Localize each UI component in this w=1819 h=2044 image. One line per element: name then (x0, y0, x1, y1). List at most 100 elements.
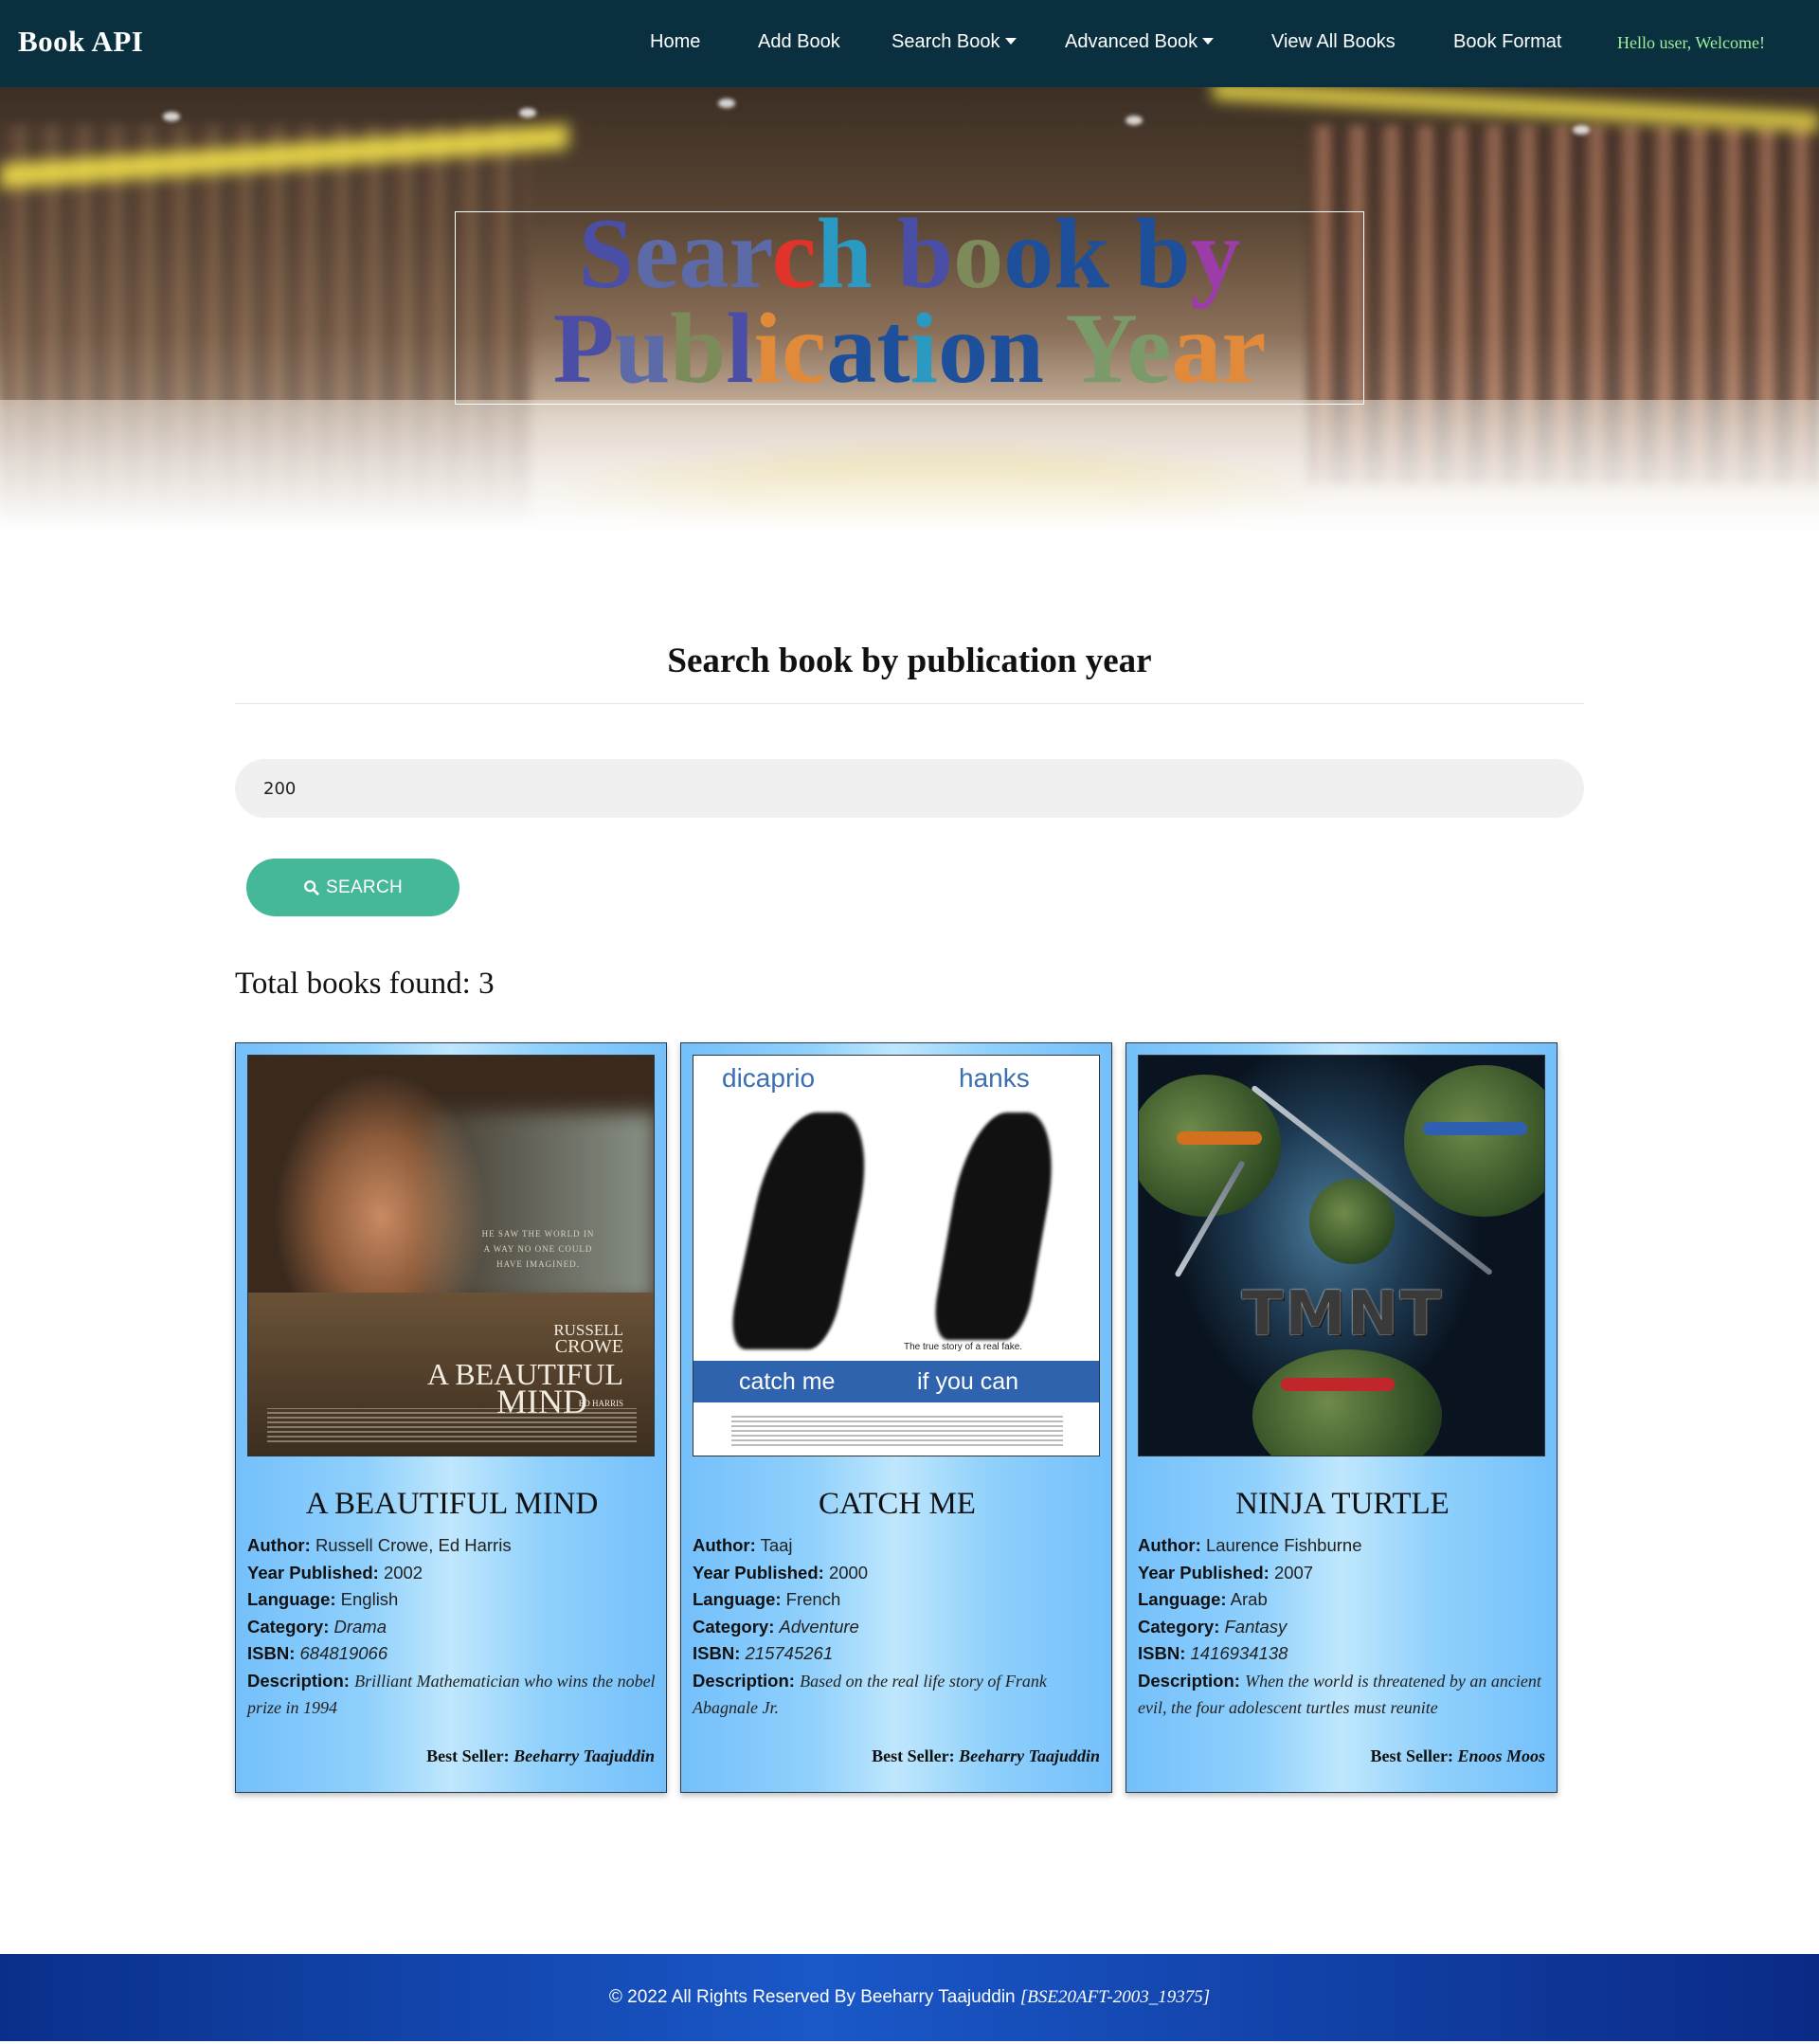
book-isbn: 215745261 (745, 1643, 834, 1663)
book-isbn: 1416934138 (1190, 1643, 1288, 1663)
poster-figure (928, 1112, 1065, 1340)
poster-mask (1281, 1378, 1395, 1391)
hero-title-letter: r (1221, 293, 1267, 404)
nav-view-all-books[interactable]: View All Books (1271, 31, 1396, 53)
hero-bg-lamp (1573, 125, 1590, 135)
footer-copyright: © 2022 All Rights Reserved By Beeharry T… (608, 1987, 1016, 2007)
poster-logo: TMNT (1241, 1279, 1444, 1349)
book-cover-image[interactable]: TMNT (1138, 1055, 1545, 1456)
footer-student-code: [BSE20AFT-2003_19375] (1019, 1987, 1211, 2007)
hero-bg-floor (0, 400, 1819, 533)
hero-bg-lamp (163, 112, 180, 121)
search-button-label: SEARCH (326, 877, 403, 897)
book-title: NINJA TURTLE (1235, 1487, 1450, 1521)
poster-title-2: if you can (917, 1368, 1019, 1395)
hero-title-letter: c (782, 293, 827, 404)
isbn-label: ISBN: (1138, 1643, 1186, 1663)
book-title: A BEAUTIFUL MIND (305, 1487, 599, 1521)
book-year: 2007 (1273, 1562, 1314, 1583)
nav-book-format[interactable]: Book Format (1453, 31, 1561, 53)
description-label: Description: (247, 1670, 350, 1691)
book-card: TMNT NINJA TURTLE Author: Laurence Fishb… (1126, 1042, 1558, 1793)
hero-title-letter: u (614, 293, 671, 404)
year-label: Year Published: (1138, 1562, 1270, 1583)
hero-title-letter: P (552, 293, 615, 404)
book-cover-image[interactable]: HE SAW THE WORLD IN A WAY NO ONE COULD H… (247, 1055, 655, 1456)
book-year: 2000 (828, 1562, 869, 1583)
book-card: dicaprio hanks The true story of a real … (680, 1042, 1112, 1793)
year-search-input[interactable] (235, 759, 1584, 818)
book-year: 2002 (383, 1562, 423, 1583)
seller-name: Beeharry Taajuddin (959, 1746, 1100, 1765)
book-info: Author: Taaj Year Published: 2000 Langua… (693, 1532, 1102, 1722)
book-language: Arab (1230, 1589, 1268, 1609)
poster-costar: ED HARRIS (578, 1399, 623, 1408)
year-label: Year Published: (247, 1562, 379, 1583)
description-label: Description: (693, 1670, 795, 1691)
poster-tagline: HE SAW THE WORLD IN A WAY NO ONE COULD H… (481, 1229, 595, 1269)
hero-title-letter: e (1126, 293, 1172, 404)
poster-title-1: catch me (739, 1368, 836, 1395)
seller-name: Beeharry Taajuddin (513, 1746, 655, 1765)
book-language: French (785, 1589, 841, 1609)
hero-title-letter: Y (1065, 293, 1127, 404)
book-author: Taaj (760, 1535, 793, 1555)
hero-title-letter: a (1171, 293, 1222, 404)
hero-title-letter: n (987, 293, 1044, 404)
poster-actor-2: hanks (959, 1063, 1030, 1093)
book-title: CATCH ME (819, 1487, 976, 1521)
brand-logo[interactable]: Book API (18, 25, 143, 59)
poster-mask (1177, 1131, 1262, 1145)
results-count: Total books found: 3 (235, 967, 495, 1001)
poster-tagline: The true story of a real fake. (904, 1342, 1023, 1352)
category-label: Category: (247, 1616, 330, 1637)
best-seller: Best Seller: Enoos Moos (1371, 1746, 1546, 1766)
hero-title-line1: Search book by (455, 204, 1364, 304)
best-seller: Best Seller: Beeharry Taajuddin (872, 1746, 1100, 1766)
seller-label: Best Seller: (872, 1746, 955, 1765)
nav-advanced-book[interactable]: Advanced Book (1065, 31, 1215, 53)
hero-title-letter: i (910, 293, 938, 404)
description-label: Description: (1138, 1670, 1240, 1691)
best-seller: Best Seller: Beeharry Taajuddin (426, 1746, 655, 1766)
nav-search-book-label: Search Book (891, 31, 1000, 52)
poster-title-banner: catch me if you can (693, 1361, 1099, 1402)
poster-actor: CROWE (554, 1336, 623, 1357)
page-title: Search book by publication year (667, 642, 1152, 680)
language-label: Language: (247, 1589, 336, 1609)
hero-title-letter: l (726, 293, 754, 404)
poster-figure (725, 1112, 880, 1349)
hero-title-letter: o (937, 293, 988, 404)
caret-down-icon (1202, 38, 1215, 45)
hero-bg-lamp (519, 108, 536, 118)
book-isbn: 684819066 (299, 1643, 388, 1663)
book-author: Russell Crowe, Ed Harris (315, 1535, 512, 1555)
seller-label: Best Seller: (426, 1746, 510, 1765)
nav-search-book[interactable]: Search Book (891, 31, 1017, 53)
author-label: Author: (1138, 1535, 1201, 1555)
search-button[interactable]: SEARCH (246, 859, 459, 916)
poster-blur (428, 1112, 654, 1302)
category-label: Category: (1138, 1616, 1220, 1637)
year-label: Year Published: (693, 1562, 824, 1583)
author-label: Author: (247, 1535, 311, 1555)
language-label: Language: (693, 1589, 782, 1609)
caret-down-icon (1004, 38, 1017, 45)
book-category: Fantasy (1224, 1616, 1288, 1637)
book-author: Laurence Fishburne (1205, 1535, 1362, 1555)
category-label: Category: (693, 1616, 775, 1637)
search-icon (304, 879, 319, 895)
isbn-label: ISBN: (247, 1643, 296, 1663)
book-cover-image[interactable]: dicaprio hanks The true story of a real … (693, 1055, 1100, 1456)
language-label: Language: (1138, 1589, 1227, 1609)
nav-add-book[interactable]: Add Book (758, 31, 840, 53)
navbar: Book API Home Add Book Search Book Advan… (0, 0, 1819, 87)
seller-name: Enoos Moos (1457, 1746, 1545, 1765)
book-category: Adventure (779, 1616, 859, 1637)
hero-title-letter: i (753, 293, 783, 404)
poster-actor-1: dicaprio (722, 1063, 816, 1093)
hero-title-letter (1044, 293, 1066, 404)
poster-mask (1423, 1122, 1527, 1135)
nav-home[interactable]: Home (650, 31, 700, 53)
book-card: HE SAW THE WORLD IN A WAY NO ONE COULD H… (235, 1042, 667, 1793)
